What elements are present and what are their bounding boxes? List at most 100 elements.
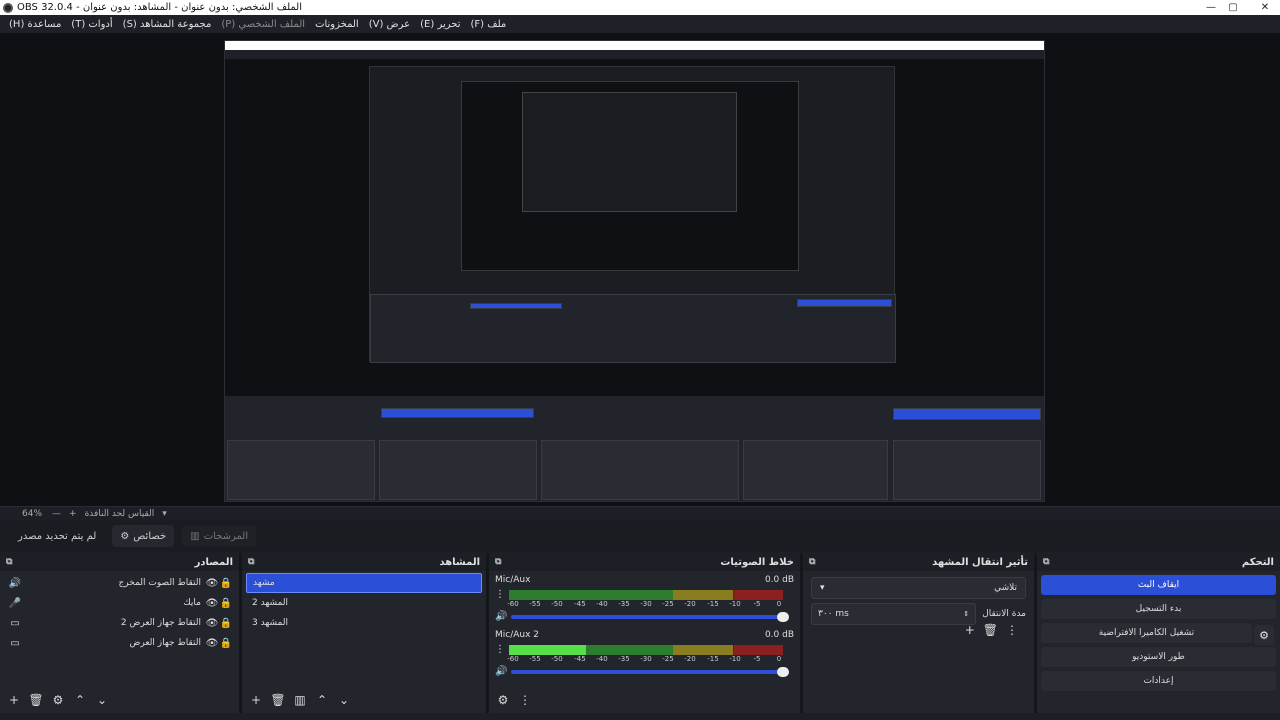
- popout-icon[interactable]: ⧉: [809, 557, 815, 567]
- popout-icon[interactable]: ⧉: [248, 557, 254, 567]
- dock-title: التحكم: [1241, 556, 1274, 568]
- meter-tick-label: -45: [574, 655, 586, 663]
- menu-item[interactable]: ملف (F): [466, 19, 512, 30]
- remove-source-button[interactable]: 🗑: [28, 692, 44, 708]
- speaker-icon[interactable]: 🔊: [495, 666, 507, 677]
- close-button[interactable]: ✕: [1250, 0, 1280, 15]
- menu-item[interactable]: المخزونات: [310, 19, 364, 30]
- menu-item[interactable]: أدوات (T): [66, 19, 117, 30]
- properties-button[interactable]: ⚙ خصائص: [112, 525, 175, 547]
- control-button[interactable]: بدء التسجيل: [1041, 599, 1276, 619]
- scenes-dock: المشاهد ⧉ مشهد المشهد 2 المشهد 3 + 🗑 ▥ ⌃ ⌄: [242, 553, 489, 720]
- scene-item[interactable]: المشهد 3: [246, 613, 482, 633]
- scenes-list: مشهد المشهد 2 المشهد 3: [242, 573, 486, 633]
- speaker-icon[interactable]: 🔊: [495, 611, 507, 622]
- lock-icon[interactable]: 🔒: [219, 638, 233, 649]
- spinner-icon[interactable]: ⇕: [963, 610, 969, 618]
- source-properties-button[interactable]: ⚙: [50, 692, 66, 708]
- volume-slider-handle[interactable]: [777, 666, 790, 677]
- lock-icon[interactable]: 🔒: [219, 578, 233, 589]
- source-toolbar: لم يتم تحديد مصدر ⚙ خصائص ▥ المرشحات: [0, 520, 1280, 552]
- fit-to-window[interactable]: القياس لحد النافذة: [85, 509, 155, 519]
- menu-item[interactable]: مجموعة المشاهد (S): [118, 19, 217, 30]
- meter-tick-label: -50: [551, 600, 563, 608]
- meter-tick-label: -15: [707, 655, 719, 663]
- mixer-menu-icon[interactable]: ⋮: [517, 692, 533, 708]
- source-item[interactable]: 🔒 👁 مايك 🎤: [0, 593, 239, 613]
- add-transition-button[interactable]: +: [965, 623, 975, 637]
- popout-icon[interactable]: ⧉: [495, 557, 501, 567]
- scene-down-button[interactable]: ⌄: [336, 692, 352, 708]
- move-down-button[interactable]: ⌄: [94, 692, 110, 708]
- transition-duration: مدة الانتقال ٣٠٠ ms ⇕: [811, 603, 1026, 625]
- add-source-button[interactable]: +: [6, 692, 22, 708]
- source-item[interactable]: 🔒 👁 التقاط جهاز العرض ▭: [0, 633, 239, 653]
- transition-tools: + 🗑 ⋮: [965, 623, 1018, 637]
- control-button[interactable]: ايقاف البث: [1041, 575, 1276, 595]
- visibility-eye-icon[interactable]: 👁: [205, 578, 219, 589]
- transition-menu-icon[interactable]: ⋮: [1006, 623, 1018, 637]
- meter-tick-label: -30: [640, 655, 652, 663]
- add-scene-button[interactable]: +: [248, 692, 264, 708]
- mixer-channels: Mic/Aux 0.0 dB ⋮ -60 -55 -50 -45 -40 -35 -30 -25 -2…: [489, 571, 800, 681]
- menu-item[interactable]: مساعدة (H): [4, 19, 66, 30]
- meter-tick-label: -5: [753, 600, 761, 608]
- scene-item[interactable]: مشهد: [246, 573, 482, 593]
- meter-level: [509, 649, 586, 655]
- no-source-label: لم يتم تحديد مصدر: [18, 530, 97, 542]
- visibility-eye-icon[interactable]: 👁: [205, 598, 219, 609]
- fit-dropdown-icon[interactable]: ▾: [162, 509, 167, 519]
- controls-dock: التحكم ⧉ ايقاف البث بدء التسجيل تشغيل الكا…: [1037, 553, 1280, 720]
- scene-filters-button[interactable]: ▥: [292, 692, 308, 708]
- menu-item[interactable]: عرض (V): [364, 19, 415, 30]
- meter-tick-label: -20: [684, 655, 696, 663]
- dock-title: خلاط الصوتيات: [720, 556, 794, 568]
- sources-footer: + 🗑 ⚙ ⌃ ⌄: [0, 690, 239, 710]
- advanced-audio-icon[interactable]: ⚙: [495, 692, 511, 708]
- meter-tick-label: -35: [618, 600, 630, 608]
- channel-db: 0.0 dB: [764, 575, 794, 585]
- scene-up-button[interactable]: ⌃: [314, 692, 330, 708]
- source-item[interactable]: 🔒 👁 التقاط الصوت المخرج 🔊: [0, 573, 239, 593]
- channel-menu-icon[interactable]: ⋮: [495, 589, 505, 600]
- source-item[interactable]: 🔒 👁 التقاط جهاز العرض 2 ▭: [0, 613, 239, 633]
- sources-list: 🔒 👁 التقاط الصوت المخرج 🔊 🔒 👁 مايك 🎤 🔒 👁 التقاط جه…: [0, 573, 239, 653]
- remove-transition-button[interactable]: 🗑: [983, 623, 998, 637]
- volume-meter: [509, 589, 783, 600]
- maximize-button[interactable]: ▢: [1218, 0, 1248, 15]
- duration-input[interactable]: ٣٠٠ ms ⇕: [811, 603, 977, 625]
- volume-slider-handle[interactable]: [777, 611, 790, 622]
- control-button[interactable]: طور الاستوديو: [1041, 647, 1276, 667]
- virtual-camera-settings-icon[interactable]: ⚙: [1254, 625, 1274, 645]
- visibility-eye-icon[interactable]: 👁: [205, 618, 219, 629]
- menu-item[interactable]: تحرير (E): [415, 19, 465, 30]
- menu-item[interactable]: الملف الشخصي (P): [216, 19, 310, 30]
- volume-slider[interactable]: [511, 666, 790, 677]
- lock-icon[interactable]: 🔒: [219, 598, 233, 609]
- remove-scene-button[interactable]: 🗑: [270, 692, 286, 708]
- sources-dock-header: المصادر ⧉: [0, 553, 239, 571]
- zoom-in-icon[interactable]: +: [69, 509, 77, 519]
- filters-button[interactable]: ▥ المرشحات: [182, 525, 257, 547]
- lock-icon[interactable]: 🔒: [219, 618, 233, 629]
- channel-menu-icon[interactable]: ⋮: [495, 644, 505, 655]
- meter-scale: -60 -55 -50 -45 -40 -35 -30 -25 -20 -15 -10 -5 0: [507, 600, 783, 610]
- popout-icon[interactable]: ⧉: [6, 557, 12, 567]
- move-up-button[interactable]: ⌃: [72, 692, 88, 708]
- volume-slider[interactable]: [511, 611, 790, 622]
- transition-select[interactable]: تلاشي ▾: [811, 577, 1026, 599]
- popout-icon[interactable]: ⧉: [1043, 557, 1049, 567]
- meter-tick-label: -50: [551, 655, 563, 663]
- mixer-channel: Mic/Aux 0.0 dB ⋮ -60 -55 -50 -45 -40 -35 -30 -25 -2…: [489, 571, 800, 626]
- zoom-level[interactable]: 64%: [22, 509, 42, 519]
- scenes-footer: + 🗑 ▥ ⌃ ⌄: [242, 690, 486, 710]
- meter-tick-label: -25: [662, 600, 674, 608]
- visibility-eye-icon[interactable]: 👁: [205, 638, 219, 649]
- meter-tick-label: -5: [753, 655, 761, 663]
- transitions-dock-header: تأثير انتقال المشهد ⧉: [803, 553, 1034, 571]
- zoom-out-icon[interactable]: —: [52, 509, 61, 519]
- source-name: التقاط جهاز العرض 2: [120, 618, 201, 628]
- control-button[interactable]: إعدادات: [1041, 671, 1276, 691]
- scene-item[interactable]: المشهد 2: [246, 593, 482, 613]
- control-button[interactable]: تشغيل الكاميرا الافتراضية: [1041, 623, 1252, 643]
